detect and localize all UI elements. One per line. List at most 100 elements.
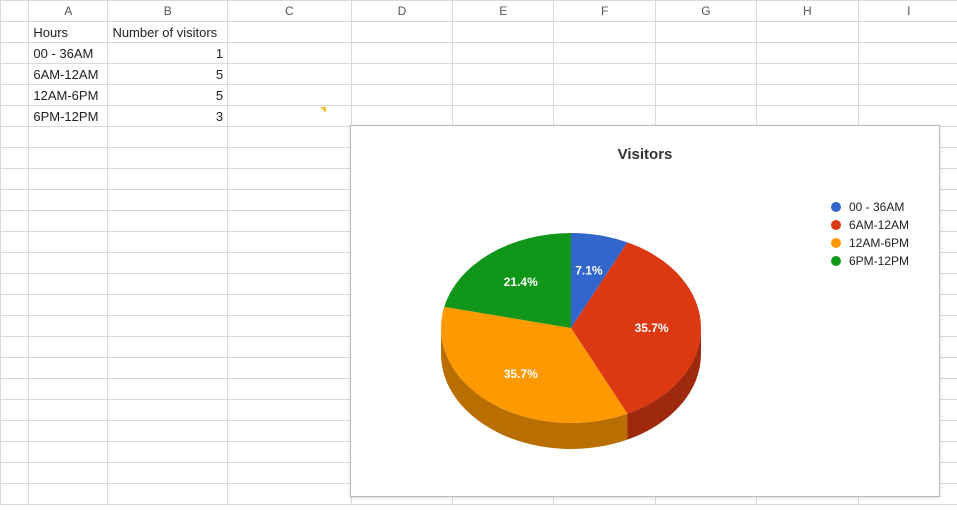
cell-A19[interactable]	[29, 400, 108, 421]
cell-F2[interactable]	[554, 43, 655, 64]
cell-E2[interactable]	[453, 43, 554, 64]
cell-B17[interactable]	[108, 358, 228, 379]
row-header-23[interactable]	[1, 484, 29, 505]
row-header-4[interactable]	[1, 85, 29, 106]
cell-E1[interactable]	[453, 22, 554, 43]
cell-A14[interactable]	[29, 295, 108, 316]
col-header-D[interactable]: D	[351, 1, 452, 22]
cell-A21[interactable]	[29, 442, 108, 463]
cell-A9[interactable]	[29, 190, 108, 211]
cell-A16[interactable]	[29, 337, 108, 358]
col-header-F[interactable]: F	[554, 1, 655, 22]
row-header-10[interactable]	[1, 211, 29, 232]
row-header-18[interactable]	[1, 379, 29, 400]
cell-H3[interactable]	[757, 64, 858, 85]
cell-B10[interactable]	[108, 211, 228, 232]
cell-B5[interactable]: 3	[108, 106, 228, 127]
row-header-19[interactable]	[1, 400, 29, 421]
cell-C10[interactable]	[228, 211, 352, 232]
cell-B20[interactable]	[108, 421, 228, 442]
cell-B23[interactable]	[108, 484, 228, 505]
cell-A3[interactable]: 6AM-12AM	[29, 64, 108, 85]
row-header-9[interactable]	[1, 190, 29, 211]
row-1[interactable]: HoursNumber of visitors	[1, 22, 957, 43]
cell-D5[interactable]	[351, 106, 452, 127]
row-header-8[interactable]	[1, 169, 29, 190]
cell-G3[interactable]	[655, 64, 756, 85]
corner-cell[interactable]	[1, 1, 29, 22]
cell-A10[interactable]	[29, 211, 108, 232]
col-header-E[interactable]: E	[453, 1, 554, 22]
col-header-I[interactable]: I	[858, 1, 957, 22]
row-header-16[interactable]	[1, 337, 29, 358]
cell-C16[interactable]	[228, 337, 352, 358]
cell-G5[interactable]	[655, 106, 756, 127]
cell-C8[interactable]	[228, 169, 352, 190]
cell-B11[interactable]	[108, 232, 228, 253]
row-4[interactable]: 12AM-6PM5	[1, 85, 957, 106]
cell-B14[interactable]	[108, 295, 228, 316]
cell-D3[interactable]	[351, 64, 452, 85]
cell-A20[interactable]	[29, 421, 108, 442]
cell-B3[interactable]: 5	[108, 64, 228, 85]
embedded-chart[interactable]: Visitors 7.1%35.7%35.7%21.4% 00 - 36AM6A…	[350, 125, 940, 497]
row-header-17[interactable]	[1, 358, 29, 379]
cell-G2[interactable]	[655, 43, 756, 64]
cell-C9[interactable]	[228, 190, 352, 211]
row-header-14[interactable]	[1, 295, 29, 316]
cell-A5[interactable]: 6PM-12PM	[29, 106, 108, 127]
cell-C7[interactable]	[228, 148, 352, 169]
cell-F3[interactable]	[554, 64, 655, 85]
cell-H2[interactable]	[757, 43, 858, 64]
cell-F1[interactable]	[554, 22, 655, 43]
cell-F4[interactable]	[554, 85, 655, 106]
cell-C6[interactable]	[228, 127, 352, 148]
cell-A18[interactable]	[29, 379, 108, 400]
cell-B6[interactable]	[108, 127, 228, 148]
cell-B19[interactable]	[108, 400, 228, 421]
cell-C17[interactable]	[228, 358, 352, 379]
cell-C21[interactable]	[228, 442, 352, 463]
row-2[interactable]: 00 - 36AM1	[1, 43, 957, 64]
cell-A11[interactable]	[29, 232, 108, 253]
cell-H4[interactable]	[757, 85, 858, 106]
row-header-21[interactable]	[1, 442, 29, 463]
cell-E5[interactable]	[453, 106, 554, 127]
cell-B4[interactable]: 5	[108, 85, 228, 106]
cell-C20[interactable]	[228, 421, 352, 442]
cell-D4[interactable]	[351, 85, 452, 106]
cell-A22[interactable]	[29, 463, 108, 484]
cell-A17[interactable]	[29, 358, 108, 379]
cell-B2[interactable]: 1	[108, 43, 228, 64]
cell-B15[interactable]	[108, 316, 228, 337]
cell-B12[interactable]	[108, 253, 228, 274]
cell-A12[interactable]	[29, 253, 108, 274]
row-header-7[interactable]	[1, 148, 29, 169]
cell-A13[interactable]	[29, 274, 108, 295]
cell-C23[interactable]	[228, 484, 352, 505]
row-header-11[interactable]	[1, 232, 29, 253]
col-header-C[interactable]: C	[228, 1, 352, 22]
row-5[interactable]: 6PM-12PM3	[1, 106, 957, 127]
cell-B8[interactable]	[108, 169, 228, 190]
cell-C13[interactable]	[228, 274, 352, 295]
row-header-12[interactable]	[1, 253, 29, 274]
cell-H5[interactable]	[757, 106, 858, 127]
cell-A15[interactable]	[29, 316, 108, 337]
cell-E3[interactable]	[453, 64, 554, 85]
cell-C5[interactable]	[228, 106, 352, 127]
row-header-20[interactable]	[1, 421, 29, 442]
col-header-H[interactable]: H	[757, 1, 858, 22]
cell-A4[interactable]: 12AM-6PM	[29, 85, 108, 106]
cell-I1[interactable]	[858, 22, 957, 43]
cell-A23[interactable]	[29, 484, 108, 505]
cell-B21[interactable]	[108, 442, 228, 463]
cell-H1[interactable]	[757, 22, 858, 43]
col-header-A[interactable]: A	[29, 1, 108, 22]
cell-B7[interactable]	[108, 148, 228, 169]
cell-E4[interactable]	[453, 85, 554, 106]
cell-B22[interactable]	[108, 463, 228, 484]
cell-C1[interactable]	[228, 22, 352, 43]
cell-C19[interactable]	[228, 400, 352, 421]
col-header-B[interactable]: B	[108, 1, 228, 22]
